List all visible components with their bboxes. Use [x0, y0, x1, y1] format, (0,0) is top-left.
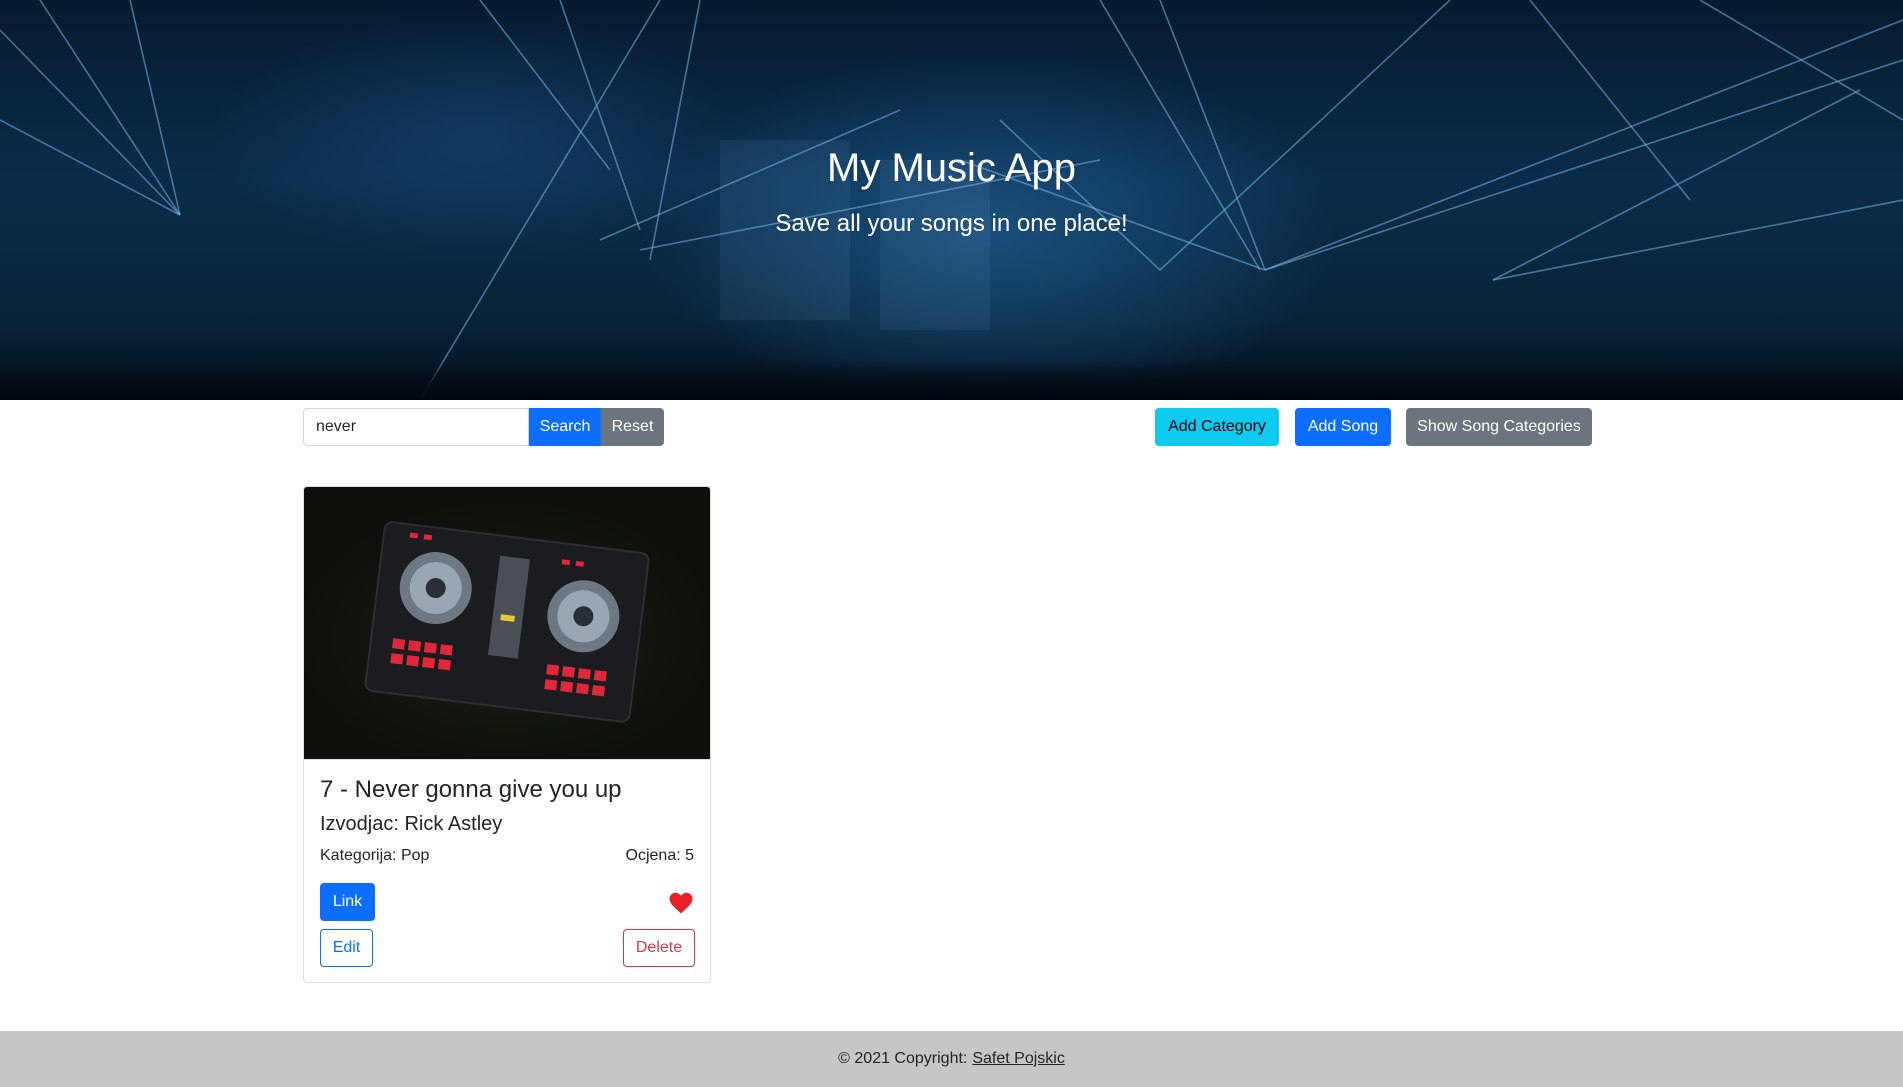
show-song-categories-button[interactable]: Show Song Categories	[1406, 408, 1592, 446]
song-title: 7 - Never gonna give you up	[320, 776, 622, 803]
heart-icon[interactable]	[669, 892, 693, 914]
toolbar: Search Reset Add Category Add Song Show …	[303, 408, 1592, 446]
crowd-silhouette	[0, 360, 1903, 400]
song-rating: Ocjena: 5	[625, 847, 694, 864]
search-button[interactable]: Search	[529, 408, 601, 446]
song-artist: Izvodjac: Rick Astley	[320, 813, 503, 835]
author-link[interactable]: Safet Pojskic	[972, 1050, 1064, 1068]
dj-controller-icon	[364, 521, 650, 723]
delete-button[interactable]: Delete	[623, 929, 695, 967]
song-link-button[interactable]: Link	[320, 883, 375, 921]
song-card: 7 - Never gonna give you up Izvodjac: Ri…	[303, 486, 711, 983]
page-title: My Music App	[827, 146, 1076, 190]
reset-button[interactable]: Reset	[601, 408, 664, 446]
song-cover-image	[304, 487, 710, 760]
page-subtitle: Save all your songs in one place!	[775, 210, 1128, 237]
hero-banner: My Music App Save all your songs in one …	[0, 0, 1903, 400]
edit-button[interactable]: Edit	[320, 929, 373, 967]
footer: © 2021 Copyright: Safet Pojskic	[0, 1031, 1903, 1087]
add-song-button[interactable]: Add Song	[1295, 408, 1391, 446]
copyright-text: © 2021 Copyright:	[838, 1050, 968, 1067]
stage-lights-background	[0, 0, 1903, 400]
song-category: Kategorija: Pop	[320, 847, 430, 864]
search-input[interactable]	[303, 408, 529, 446]
add-category-button[interactable]: Add Category	[1155, 408, 1279, 446]
